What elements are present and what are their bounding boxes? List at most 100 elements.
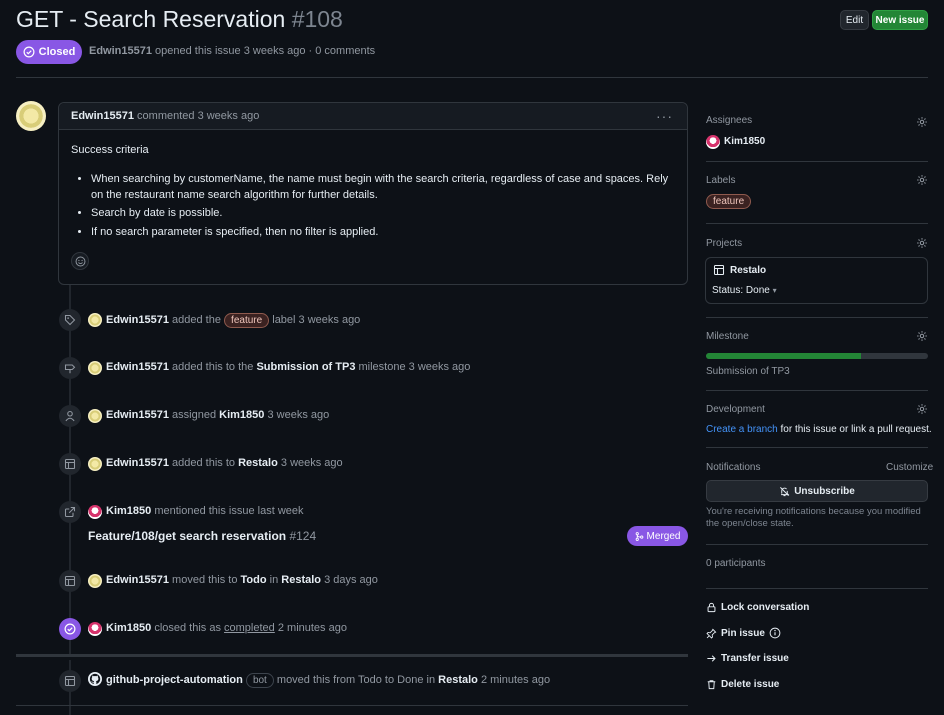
milestone-name[interactable]: Submission of TP3 bbox=[706, 366, 790, 377]
assignee-name[interactable]: Kim1850 bbox=[724, 136, 765, 147]
criteria-list: When searching by customerName, the name… bbox=[91, 172, 681, 243]
avatar[interactable] bbox=[88, 313, 102, 327]
pin-issue-button[interactable]: Pin issue bbox=[706, 627, 781, 639]
completed-link[interactable]: completed bbox=[224, 622, 275, 634]
label-pill[interactable]: feature bbox=[706, 194, 752, 209]
projects-heading[interactable]: Projects bbox=[706, 238, 742, 249]
development-rest: for this issue or link a pull request. bbox=[777, 424, 932, 435]
state-label: Closed bbox=[38, 46, 76, 58]
sidebar-divider bbox=[706, 588, 928, 589]
timeline-event-assigned: Edwin15571 assigned Kim1850 3 weeks ago bbox=[106, 409, 329, 421]
event-text: label 3 weeks ago bbox=[269, 314, 361, 326]
actor-link[interactable]: Kim1850 bbox=[106, 505, 151, 517]
issue-author-link[interactable]: Edwin15571 bbox=[89, 45, 152, 57]
actor-link[interactable]: Edwin15571 bbox=[106, 409, 169, 421]
project-link[interactable]: Restalo bbox=[438, 674, 478, 686]
info-icon[interactable] bbox=[769, 627, 781, 639]
avatar[interactable] bbox=[88, 409, 102, 423]
pin-icon bbox=[706, 628, 717, 639]
event-text: 3 days ago bbox=[321, 574, 378, 586]
event-text: 2 minutes ago bbox=[274, 622, 347, 634]
avatar[interactable] bbox=[88, 574, 102, 588]
column-name: Done bbox=[397, 674, 424, 686]
reaction-button[interactable] bbox=[71, 252, 89, 270]
actor-link[interactable]: Kim1850 bbox=[106, 622, 151, 634]
project-status[interactable]: Status: Done ▾ bbox=[712, 285, 777, 296]
avatar[interactable] bbox=[88, 361, 102, 375]
timeline-event-milestone: Edwin15571 added this to the Submission … bbox=[106, 361, 470, 373]
list-item: Search by date is possible. bbox=[91, 206, 681, 222]
event-text: to bbox=[381, 674, 398, 686]
merged-badge: Merged bbox=[627, 526, 688, 546]
merge-icon bbox=[635, 531, 643, 541]
assignee-link[interactable]: Kim1850 bbox=[219, 409, 264, 421]
project-link[interactable]: Restalo bbox=[281, 574, 321, 586]
customize-link[interactable]: Customize bbox=[886, 462, 933, 473]
event-text: moved this to bbox=[168, 574, 241, 586]
actor-link[interactable]: Edwin15571 bbox=[106, 314, 169, 326]
participants-count: 0 participants bbox=[706, 558, 766, 569]
assignees-heading[interactable]: Assignees bbox=[706, 115, 752, 126]
edit-button[interactable]: Edit bbox=[840, 10, 869, 30]
development-heading[interactable]: Development bbox=[706, 404, 765, 415]
milestone-link[interactable]: Submission of TP3 bbox=[256, 361, 355, 373]
sidebar-label-container: feature bbox=[706, 194, 752, 209]
new-issue-button[interactable]: New issue bbox=[872, 10, 928, 30]
avatar[interactable] bbox=[88, 622, 102, 636]
avatar[interactable] bbox=[16, 101, 46, 131]
label-pill[interactable]: feature bbox=[224, 313, 270, 328]
lock-icon bbox=[707, 602, 716, 613]
avatar[interactable] bbox=[706, 135, 720, 149]
notifications-heading: Notifications bbox=[706, 462, 761, 473]
project-status-text: Status: Done bbox=[712, 285, 770, 296]
actor-link[interactable]: Edwin15571 bbox=[106, 361, 169, 373]
event-text: moved this from bbox=[273, 674, 359, 686]
event-text: 3 weeks ago bbox=[264, 409, 330, 421]
actor-link[interactable]: github-project-automation bbox=[106, 674, 243, 686]
sidebar-divider bbox=[706, 223, 928, 224]
person-icon bbox=[59, 405, 81, 427]
pr-number: #124 bbox=[286, 529, 317, 543]
pin-label: Pin issue bbox=[721, 627, 765, 639]
lock-conversation-button[interactable]: Lock conversation bbox=[706, 602, 809, 613]
project-link[interactable]: Restalo bbox=[238, 457, 278, 469]
create-branch-link[interactable]: Create a branch bbox=[706, 424, 778, 435]
gear-icon[interactable] bbox=[916, 330, 928, 342]
event-text: added this to the bbox=[168, 361, 257, 373]
gear-icon[interactable] bbox=[916, 116, 928, 128]
issue-number: #108 bbox=[291, 6, 343, 32]
github-logo-icon[interactable] bbox=[88, 672, 102, 686]
trash-icon bbox=[707, 680, 716, 690]
milestone-heading[interactable]: Milestone bbox=[706, 331, 749, 342]
timeline-event-label: Edwin15571 added the feature label 3 wee… bbox=[106, 313, 360, 328]
lock-label: Lock conversation bbox=[721, 602, 810, 613]
transfer-issue-button[interactable]: Transfer issue bbox=[706, 653, 789, 664]
gear-icon[interactable] bbox=[916, 403, 928, 415]
delete-label: Delete issue bbox=[721, 679, 780, 690]
sidebar-divider bbox=[706, 390, 928, 391]
pr-title[interactable]: Feature/108/get search reservation bbox=[88, 529, 286, 543]
timeline-event-mention: Kim1850 mentioned this issue last week bbox=[106, 505, 304, 517]
event-text: milestone 3 weeks ago bbox=[355, 361, 471, 373]
event-text: mentioned this issue last week bbox=[151, 505, 304, 517]
milestone-progress-bar bbox=[706, 353, 928, 359]
delete-issue-button[interactable]: Delete issue bbox=[706, 679, 779, 690]
gear-icon[interactable] bbox=[916, 174, 928, 186]
comment-heading: Success criteria bbox=[71, 144, 149, 156]
sidebar-divider bbox=[706, 317, 928, 318]
event-text: 2 minutes ago bbox=[477, 674, 551, 686]
actor-link[interactable]: Edwin15571 bbox=[106, 457, 169, 469]
gear-icon[interactable] bbox=[916, 237, 928, 249]
sidebar-divider bbox=[706, 161, 928, 162]
avatar[interactable] bbox=[88, 457, 102, 471]
kebab-menu-icon[interactable]: ··· bbox=[656, 108, 673, 124]
project-name[interactable]: Restalo bbox=[730, 265, 766, 276]
unsubscribe-button[interactable]: Unsubscribe bbox=[706, 480, 928, 502]
avatar[interactable] bbox=[88, 505, 102, 519]
sidebar-divider bbox=[706, 447, 928, 448]
labels-heading[interactable]: Labels bbox=[706, 175, 735, 186]
actor-link[interactable]: Edwin15571 bbox=[106, 574, 169, 586]
comment-author-link[interactable]: Edwin15571 bbox=[71, 110, 134, 122]
issue-title: GET - Search Reservation #108 bbox=[16, 6, 343, 33]
pr-link[interactable]: Feature/108/get search reservation #124 bbox=[88, 529, 316, 543]
